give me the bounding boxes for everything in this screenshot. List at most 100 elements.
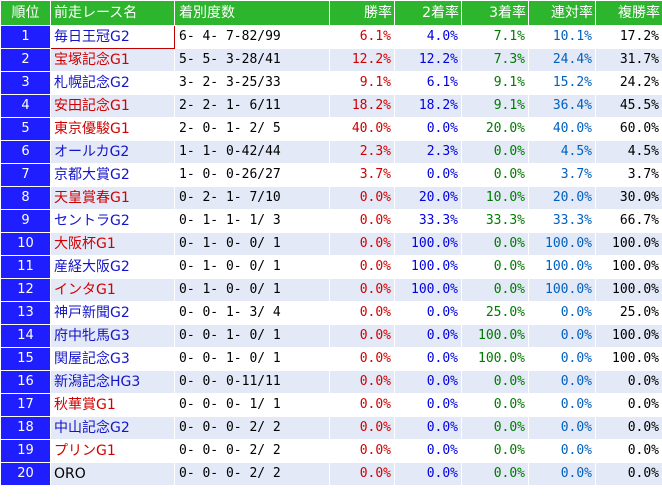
quinella-rate-cell: 0.0%: [528, 416, 596, 440]
third-rate-cell: 0.0%: [461, 439, 529, 463]
second-rate-cell: 0.0%: [394, 117, 462, 141]
place-rate-cell: 0.0%: [595, 370, 662, 394]
place-rate-cell: 3.7%: [595, 163, 662, 187]
header-record: 着別度数: [174, 0, 330, 26]
third-rate-cell: 0.0%: [461, 462, 529, 486]
race-name-cell[interactable]: 京都大賞G2: [50, 163, 175, 187]
second-rate-cell: 0.0%: [394, 416, 462, 440]
table-row: 9 セントラG2 0- 1- 1- 1/ 3 0.0% 33.3% 33.3% 33.3% 6…: [0, 209, 662, 233]
win-rate-cell: 0.0%: [329, 416, 395, 440]
second-rate-cell: 100.0%: [394, 232, 462, 256]
rank-cell: 6: [0, 140, 51, 164]
record-cell: 0- 0- 0- 2/ 2: [174, 462, 330, 486]
third-rate-cell: 0.0%: [461, 140, 529, 164]
second-rate-cell: 0.0%: [394, 347, 462, 371]
rank-cell: 11: [0, 255, 51, 279]
place-rate-cell: 100.0%: [595, 324, 662, 348]
rank-cell: 20: [0, 462, 51, 486]
third-rate-cell: 9.1%: [461, 71, 529, 95]
rank-cell: 19: [0, 439, 51, 463]
win-rate-cell: 0.0%: [329, 232, 395, 256]
place-rate-cell: 100.0%: [595, 347, 662, 371]
place-rate-cell: 24.2%: [595, 71, 662, 95]
quinella-rate-cell: 0.0%: [528, 462, 596, 486]
record-cell: 0- 0- 0-11/11: [174, 370, 330, 394]
header-third: 3着率: [461, 0, 529, 26]
place-rate-cell: 25.0%: [595, 301, 662, 325]
race-name-cell[interactable]: 大阪杯G1: [50, 232, 175, 256]
second-rate-cell: 18.2%: [394, 94, 462, 118]
table-row: 2 宝塚記念G1 5- 5- 3-28/41 12.2% 12.2% 7.3% 24.4% 3…: [0, 48, 662, 72]
second-rate-cell: 4.0%: [394, 25, 462, 49]
race-name-cell[interactable]: 札幌記念G2: [50, 71, 175, 95]
rank-cell: 14: [0, 324, 51, 348]
third-rate-cell: 0.0%: [461, 393, 529, 417]
third-rate-cell: 25.0%: [461, 301, 529, 325]
win-rate-cell: 6.1%: [329, 25, 395, 49]
table-row: 5 東京優駿G1 2- 0- 1- 2/ 5 40.0% 0.0% 20.0% 40.0% 6…: [0, 117, 662, 141]
race-name-cell[interactable]: 神戸新聞G2: [50, 301, 175, 325]
race-name-cell[interactable]: セントラG2: [50, 209, 175, 233]
second-rate-cell: 0.0%: [394, 324, 462, 348]
third-rate-cell: 7.1%: [461, 25, 529, 49]
win-rate-cell: 0.0%: [329, 393, 395, 417]
quinella-rate-cell: 24.4%: [528, 48, 596, 72]
race-name-cell[interactable]: 府中牝馬G3: [50, 324, 175, 348]
rank-cell: 13: [0, 301, 51, 325]
second-rate-cell: 0.0%: [394, 393, 462, 417]
race-name-cell[interactable]: 産経大阪G2: [50, 255, 175, 279]
second-rate-cell: 0.0%: [394, 462, 462, 486]
rank-cell: 17: [0, 393, 51, 417]
race-name-cell[interactable]: 天皇賞春G1: [50, 186, 175, 210]
table-row: 4 安田記念G1 2- 2- 1- 6/11 18.2% 18.2% 9.1% 36.4% 4…: [0, 94, 662, 118]
third-rate-cell: 100.0%: [461, 347, 529, 371]
quinella-rate-cell: 4.5%: [528, 140, 596, 164]
record-cell: 0- 1- 0- 0/ 1: [174, 255, 330, 279]
win-rate-cell: 2.3%: [329, 140, 395, 164]
second-rate-cell: 100.0%: [394, 278, 462, 302]
race-name-cell[interactable]: 東京優駿G1: [50, 117, 175, 141]
header-win: 勝率: [329, 0, 395, 26]
win-rate-cell: 0.0%: [329, 278, 395, 302]
record-cell: 0- 2- 1- 7/10: [174, 186, 330, 210]
rank-cell: 1: [0, 25, 51, 49]
quinella-rate-cell: 0.0%: [528, 439, 596, 463]
header-second: 2着率: [394, 0, 462, 26]
race-name-cell[interactable]: 中山記念G2: [50, 416, 175, 440]
race-name-cell[interactable]: プリンG1: [50, 439, 175, 463]
place-rate-cell: 17.2%: [595, 25, 662, 49]
rank-cell: 8: [0, 186, 51, 210]
win-rate-cell: 0.0%: [329, 370, 395, 394]
rank-cell: 18: [0, 416, 51, 440]
race-name-cell[interactable]: ORO: [50, 462, 175, 486]
race-name-cell[interactable]: インタG1: [50, 278, 175, 302]
record-cell: 0- 0- 0- 2/ 2: [174, 416, 330, 440]
race-name-cell[interactable]: 関屋記念G3: [50, 347, 175, 371]
second-rate-cell: 0.0%: [394, 163, 462, 187]
second-rate-cell: 12.2%: [394, 48, 462, 72]
quinella-rate-cell: 0.0%: [528, 393, 596, 417]
third-rate-cell: 100.0%: [461, 324, 529, 348]
win-rate-cell: 0.0%: [329, 462, 395, 486]
table-row: 17 秋華賞G1 0- 0- 0- 1/ 1 0.0% 0.0% 0.0% 0.0% 0.0%: [0, 393, 662, 417]
quinella-rate-cell: 15.2%: [528, 71, 596, 95]
table-row: 3 札幌記念G2 3- 2- 3-25/33 9.1% 6.1% 9.1% 15.2% 24.…: [0, 71, 662, 95]
third-rate-cell: 0.0%: [461, 416, 529, 440]
race-name-cell[interactable]: 秋華賞G1: [50, 393, 175, 417]
race-name-cell[interactable]: オールカG2: [50, 140, 175, 164]
race-name-cell[interactable]: 新潟記念HG3: [50, 370, 175, 394]
race-name-cell[interactable]: 安田記念G1: [50, 94, 175, 118]
race-name-cell[interactable]: 宝塚記念G1: [50, 48, 175, 72]
second-rate-cell: 20.0%: [394, 186, 462, 210]
quinella-rate-cell: 0.0%: [528, 324, 596, 348]
win-rate-cell: 40.0%: [329, 117, 395, 141]
quinella-rate-cell: 33.3%: [528, 209, 596, 233]
second-rate-cell: 33.3%: [394, 209, 462, 233]
race-name-cell[interactable]: 毎日王冠G2: [50, 25, 175, 49]
table-row: 10 大阪杯G1 0- 1- 0- 0/ 1 0.0% 100.0% 0.0% 100.0%…: [0, 232, 662, 256]
quinella-rate-cell: 0.0%: [528, 370, 596, 394]
quinella-rate-cell: 36.4%: [528, 94, 596, 118]
rank-cell: 10: [0, 232, 51, 256]
third-rate-cell: 0.0%: [461, 232, 529, 256]
table-row: 6 オールカG2 1- 1- 0-42/44 2.3% 2.3% 0.0% 4.5% 4.5%: [0, 140, 662, 164]
